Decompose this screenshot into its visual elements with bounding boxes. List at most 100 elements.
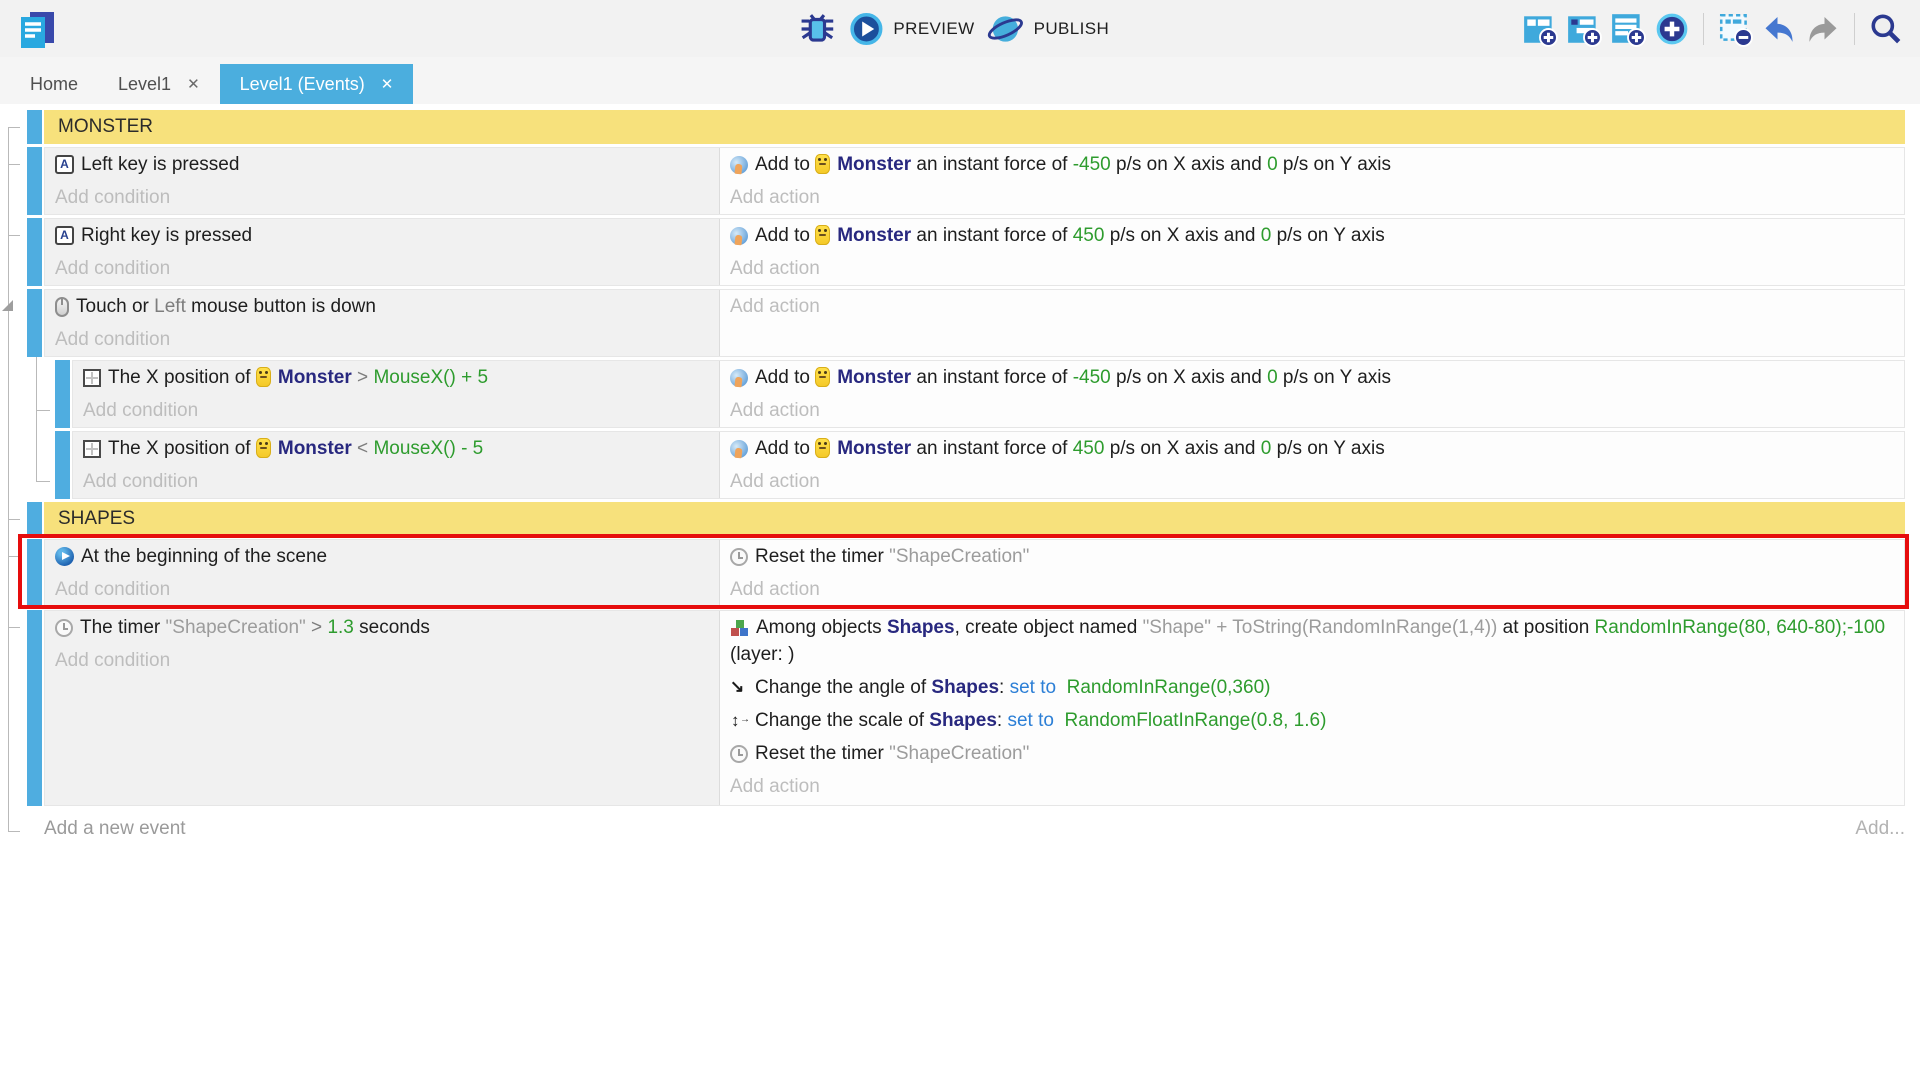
actions-cell[interactable]: Add to Monster an instant force of 450 p… (720, 219, 1904, 285)
action-text[interactable]: Add to Monster an instant force of -450 … (720, 148, 1904, 181)
tab-level1-scene[interactable]: Level1 ✕ (98, 64, 220, 104)
event-scene-start-highlighted: At the beginning of the scene Add condit… (27, 539, 1905, 607)
condition-text[interactable]: The X position of Monster > MouseX() + 5 (73, 361, 719, 394)
tab-home[interactable]: Home (10, 64, 98, 104)
timer-icon (55, 619, 73, 637)
add-condition-button[interactable]: Add condition (45, 252, 719, 285)
action-text[interactable]: Reset the timer "ShapeCreation" (720, 737, 1904, 770)
actions-cell[interactable]: Add to Monster an instant force of -450 … (720, 148, 1904, 214)
subtree-line (36, 357, 37, 481)
conditions-cell[interactable]: The X position of Monster > MouseX() + 5… (73, 361, 720, 427)
action-text[interactable]: Add to Monster an instant force of -450 … (720, 361, 1904, 394)
event-drag-bar[interactable] (27, 147, 42, 215)
condition-text[interactable]: The timer "ShapeCreation" > 1.3 seconds (45, 611, 719, 644)
condition-text[interactable]: The X position of Monster < MouseX() - 5 (73, 432, 719, 465)
actions-cell[interactable]: Reset the timer "ShapeCreation" Add acti… (720, 540, 1904, 606)
event-drag-bar[interactable] (27, 610, 42, 806)
toolbar-separator (1854, 13, 1855, 45)
conditions-cell[interactable]: Left key is pressed Add condition (45, 148, 720, 214)
monster-icon (256, 438, 271, 458)
add-action-button[interactable]: Add action (720, 770, 1904, 803)
add-condition-button[interactable]: Add condition (45, 644, 719, 677)
subevent-xpos-greater: The X position of Monster > MouseX() + 5… (55, 360, 1905, 428)
group-header-monster[interactable]: MONSTER (27, 110, 1905, 144)
add-event-button[interactable] (1522, 11, 1558, 47)
conditions-cell[interactable]: At the beginning of the scene Add condit… (45, 540, 720, 606)
angle-icon (730, 679, 748, 697)
collapse-expander-icon[interactable] (2, 300, 13, 311)
conditions-cell[interactable]: Right key is pressed Add condition (45, 219, 720, 285)
preview-label: PREVIEW (893, 19, 974, 39)
add-action-button[interactable]: Add action (720, 465, 1904, 498)
action-text[interactable]: Change the scale of Shapes: set to Rando… (720, 704, 1904, 737)
add-action-button[interactable]: Add action (720, 181, 1904, 214)
condition-text[interactable]: Right key is pressed (45, 219, 719, 252)
debug-button[interactable] (798, 10, 836, 48)
tab-label: Home (30, 74, 78, 95)
actions-cell[interactable]: Add to Monster an instant force of 450 p… (720, 432, 1904, 498)
search-button[interactable] (1868, 11, 1904, 47)
action-text[interactable]: Reset the timer "ShapeCreation" (720, 540, 1904, 573)
event-drag-bar[interactable] (27, 502, 42, 536)
action-text[interactable]: Change the angle of Shapes: set to Rando… (720, 671, 1904, 704)
add-comment-button[interactable] (1610, 11, 1646, 47)
tab-level1-events[interactable]: Level1 (Events) ✕ (220, 64, 414, 104)
key-icon (55, 155, 74, 174)
action-text[interactable]: Among objects Shapes, create object name… (720, 611, 1904, 671)
add-condition-button[interactable]: Add condition (45, 181, 719, 214)
publish-button[interactable]: PUBLISH (987, 10, 1110, 48)
monster-icon (815, 438, 830, 458)
condition-text[interactable]: Left key is pressed (45, 148, 719, 181)
tab-close-icon[interactable]: ✕ (381, 75, 394, 93)
add-subevent-button[interactable] (1566, 11, 1602, 47)
tab-label: Level1 (118, 74, 171, 95)
event-drag-bar[interactable] (55, 431, 70, 499)
add-circle-icon (1654, 11, 1690, 47)
search-icon (1868, 11, 1904, 47)
event-drag-bar[interactable] (55, 360, 70, 428)
pos-icon (83, 369, 101, 387)
event-drag-bar[interactable] (27, 218, 42, 286)
action-text[interactable]: Add to Monster an instant force of 450 p… (720, 219, 1904, 252)
event-drag-bar[interactable] (27, 110, 42, 144)
add-action-button[interactable]: Add action (720, 252, 1904, 285)
tree-tick (8, 519, 20, 520)
tree-tick (8, 831, 20, 832)
condition-text[interactable]: Touch or Left mouse button is down (45, 290, 719, 323)
add-more-link[interactable]: Add... (1855, 818, 1905, 840)
delete-selection-button[interactable] (1717, 11, 1753, 47)
condition-text[interactable]: At the beginning of the scene (45, 540, 719, 573)
actions-cell[interactable]: Add action (720, 290, 1904, 356)
monster-icon (815, 367, 830, 387)
app-logo[interactable] (16, 8, 58, 50)
actions-cell[interactable]: Among objects Shapes, create object name… (720, 611, 1904, 805)
events-sheet: MONSTER Left key is pressed Add conditio… (0, 104, 1920, 840)
group-header-shapes[interactable]: SHAPES (27, 502, 1905, 536)
conditions-cell[interactable]: Touch or Left mouse button is down Add c… (45, 290, 720, 356)
add-condition-button[interactable]: Add condition (73, 394, 719, 427)
subevent-xpos-less: The X position of Monster < MouseX() - 5… (55, 431, 1905, 499)
tab-close-icon[interactable]: ✕ (187, 75, 200, 93)
action-text[interactable]: Add to Monster an instant force of 450 p… (720, 432, 1904, 465)
add-new-event-button[interactable]: Add a new event (44, 818, 186, 840)
add-condition-button[interactable]: Add condition (73, 465, 719, 498)
add-more-button[interactable] (1654, 11, 1690, 47)
add-action-button[interactable]: Add action (720, 573, 1904, 606)
conditions-cell[interactable]: The timer "ShapeCreation" > 1.3 seconds … (45, 611, 720, 805)
actions-cell[interactable]: Add to Monster an instant force of -450 … (720, 361, 1904, 427)
add-condition-button[interactable]: Add condition (45, 573, 719, 606)
add-action-button[interactable]: Add action (720, 394, 1904, 427)
event-drag-bar[interactable] (27, 289, 42, 357)
conditions-cell[interactable]: The X position of Monster < MouseX() - 5… (73, 432, 720, 498)
pos-icon (83, 440, 101, 458)
event-drag-bar[interactable] (27, 539, 42, 607)
add-action-button[interactable]: Add action (720, 290, 1904, 323)
undo-button[interactable] (1761, 11, 1797, 47)
redo-button[interactable] (1805, 11, 1841, 47)
preview-button[interactable]: PREVIEW (848, 11, 974, 47)
play-icon (55, 547, 74, 566)
monster-icon (815, 225, 830, 245)
subtree-tick (36, 410, 50, 411)
delete-selection-icon (1717, 11, 1753, 47)
add-condition-button[interactable]: Add condition (45, 323, 719, 356)
